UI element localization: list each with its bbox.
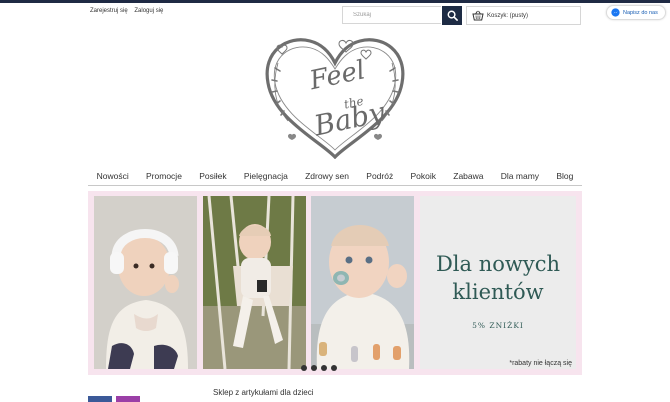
main-navigation: Nowości Promocje Posiłek Pielęgnacja Zdr… <box>88 167 582 186</box>
nav-item-dla-mamy[interactable]: Dla mamy <box>501 171 539 181</box>
nav-item-promocje[interactable]: Promocje <box>146 171 182 181</box>
shop-description: Sklep z artykułami dla dzieci <box>213 388 313 397</box>
instagram-icon[interactable] <box>116 396 140 402</box>
promo-headline-line1: Dla nowych <box>436 252 560 276</box>
photo-baby-with-headphones <box>94 196 197 369</box>
account-links: Zarejestruj się Zaloguj się <box>90 8 168 14</box>
nav-item-nowosci[interactable]: Nowości <box>97 171 129 181</box>
search-icon <box>447 10 458 21</box>
register-link[interactable]: Zarejestruj się <box>90 8 128 14</box>
messenger-label: Napisz do nas <box>623 10 658 16</box>
login-link[interactable]: Zaloguj się <box>134 8 163 14</box>
promo-headline: Dla nowych klientów <box>420 250 576 306</box>
search-input[interactable] <box>342 6 441 24</box>
messenger-chat-button[interactable]: Napisz do nas <box>606 5 666 20</box>
search-box <box>342 6 462 25</box>
nav-item-pielegnacja[interactable]: Pielęgnacja <box>244 171 288 181</box>
feel-the-baby-logo[interactable]: Feel the Baby <box>262 33 408 159</box>
nav-item-pokoik[interactable]: Pokoik <box>410 171 436 181</box>
slider-dot-3[interactable] <box>321 365 327 371</box>
promo-note: *rabaty nie łączą się <box>420 360 572 367</box>
nav-item-blog[interactable]: Blog <box>556 171 573 181</box>
slider-dot-2[interactable] <box>311 365 317 371</box>
slider-dot-1[interactable] <box>301 365 307 371</box>
cart-button[interactable]: Koszyk: (pusty) <box>466 6 581 25</box>
search-button[interactable] <box>442 6 462 25</box>
cart-label: Koszyk: (pusty) <box>487 13 528 19</box>
nav-item-zabawa[interactable]: Zabawa <box>453 171 483 181</box>
promo-text-panel: Dla nowych klientów 5% ZNIŻKI *rabaty ni… <box>420 196 576 369</box>
facebook-icon[interactable] <box>88 396 112 402</box>
basket-icon <box>472 10 484 21</box>
promo-discount: 5% ZNIŻKI <box>420 321 576 330</box>
nav-item-zdrowy-sen[interactable]: Zdrowy sen <box>305 171 349 181</box>
promo-headline-line2: klientów <box>452 280 543 304</box>
nav-item-posilek[interactable]: Posiłek <box>199 171 226 181</box>
nav-item-podroz[interactable]: Podróż <box>366 171 393 181</box>
photo-baby-in-swing <box>203 196 306 369</box>
promo-banner-slider[interactable]: Dla nowych klientów 5% ZNIŻKI *rabaty ni… <box>88 191 582 375</box>
top-accent-bar <box>0 0 670 3</box>
slider-dot-4[interactable] <box>331 365 337 371</box>
messenger-icon <box>611 8 620 17</box>
logo-word-feel: Feel <box>306 55 368 96</box>
photo-baby-with-teether <box>311 196 414 369</box>
slider-dots <box>301 365 337 371</box>
